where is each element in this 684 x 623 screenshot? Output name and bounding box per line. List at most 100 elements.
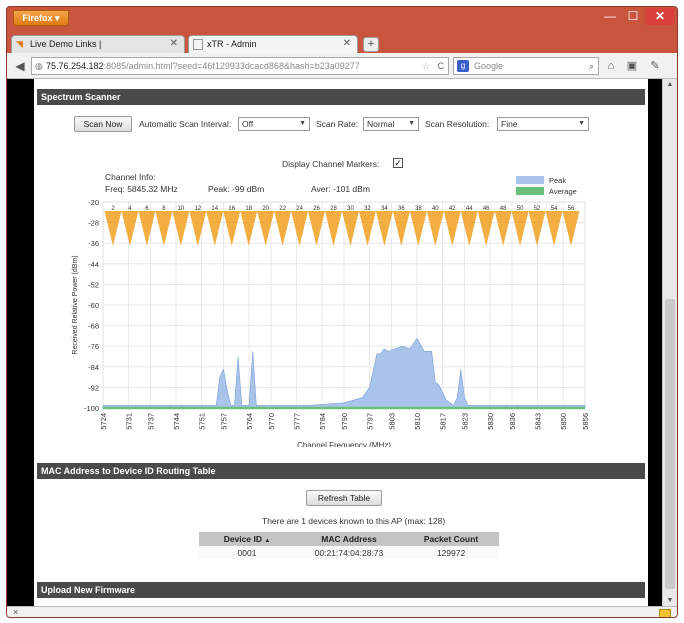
scroll-up-icon[interactable]: ▲: [663, 81, 677, 88]
legend-swatch: [516, 187, 544, 195]
y-tick-label: -76: [88, 342, 99, 351]
bookmarks-icon[interactable]: ▣: [624, 58, 640, 74]
tab-label: Live Demo Links |: [30, 39, 102, 49]
channel-marker-label: 52: [534, 206, 541, 212]
tab-label: xTR - Admin: [207, 39, 257, 49]
search-input[interactable]: g Google ⌕: [453, 57, 599, 75]
addon-icon: [659, 609, 671, 617]
x-tick-label: 5757: [220, 413, 229, 430]
channel-marker-label: 36: [398, 206, 405, 212]
home-icon[interactable]: ⌂: [603, 58, 619, 74]
x-tick-label: 5830: [486, 413, 495, 430]
cell-device-id: 0001: [199, 546, 295, 559]
firefox-menu-button[interactable]: Firefox ▾: [13, 10, 69, 26]
channel-marker-label: 10: [178, 206, 185, 212]
url-bar[interactable]: ◍ 75.76.254.182:8085/admin.html?seed=46f…: [31, 57, 449, 75]
column-header-mac-address[interactable]: MAC Address: [295, 532, 403, 546]
scroll-down-icon[interactable]: ▼: [663, 597, 677, 604]
x-tick-label: 5737: [146, 413, 155, 430]
channel-marker-label: 18: [245, 206, 252, 212]
x-tick-label: 5850: [559, 413, 568, 430]
new-tab-button[interactable]: +: [363, 37, 379, 52]
channel-marker-label: 32: [364, 206, 371, 212]
y-tick-label: -92: [88, 383, 99, 392]
x-axis-label: Channel Frequency (MHz): [297, 441, 391, 447]
bookmark-star-icon[interactable]: ☆: [422, 58, 430, 74]
globe-icon: ◍: [35, 61, 43, 71]
addons-icon[interactable]: ✎: [647, 58, 663, 74]
channel-marker-label: 28: [330, 206, 337, 212]
channel-marker-label: 24: [296, 206, 303, 212]
y-tick-label: -84: [88, 363, 99, 372]
google-icon: g: [457, 60, 469, 72]
x-tick-label: 5744: [172, 413, 181, 430]
x-tick-label: 5777: [293, 413, 302, 430]
search-icon[interactable]: ⌕: [589, 58, 594, 74]
y-tick-label: -68: [88, 322, 99, 331]
tab-close-icon[interactable]: ✕: [170, 36, 178, 52]
tab-xtr-admin[interactable]: xTR - Admin ✕: [188, 35, 358, 53]
channel-marker-label: 14: [211, 206, 218, 212]
rss-icon: ◥: [16, 39, 23, 49]
status-bar: ×: [7, 606, 677, 617]
sort-icon: ▲: [264, 538, 271, 544]
url-path: :8085/admin.html?seed=46f129933dcacd868&…: [103, 61, 360, 71]
x-tick-label: 5764: [245, 413, 254, 430]
close-addon-bar-icon[interactable]: ×: [13, 607, 18, 617]
y-tick-label: -100: [84, 404, 99, 413]
channel-marker-label: 12: [194, 206, 201, 212]
y-tick-label: -36: [88, 239, 99, 248]
channel-marker-label: 54: [551, 206, 558, 212]
channel-marker-label: 50: [517, 206, 524, 212]
channel-marker-label: 22: [279, 206, 286, 212]
x-tick-label: 5731: [125, 413, 134, 430]
column-header-packet-count[interactable]: Packet Count: [403, 532, 499, 546]
page-viewport: Spectrum Scanner Scan Now Automatic Scan…: [7, 79, 662, 606]
admin-page: Spectrum Scanner Scan Now Automatic Scan…: [34, 79, 648, 606]
mac-section-header: MAC Address to Device ID Routing Table: [37, 463, 645, 479]
x-tick-label: 5784: [318, 413, 327, 430]
column-header-device-id[interactable]: Device ID ▲: [199, 532, 295, 546]
close-window-button[interactable]: ✕: [645, 8, 675, 25]
search-placeholder: Google: [474, 61, 504, 71]
cell-packet-count: 129972: [403, 546, 499, 559]
cell-mac-address: 00:21:74:04:28:73: [295, 546, 403, 559]
x-tick-label: 5843: [534, 413, 543, 430]
tab-close-icon[interactable]: ✕: [343, 36, 351, 52]
y-tick-label: -20: [88, 198, 99, 207]
tab-live-demo-links[interactable]: ◥ Live Demo Links | ✕: [11, 35, 185, 53]
y-tick-label: -28: [88, 219, 99, 228]
legend-label: Peak: [549, 176, 566, 185]
x-tick-label: 5803: [387, 413, 396, 430]
maximize-button[interactable]: ☐: [622, 8, 644, 25]
y-tick-label: -44: [88, 260, 99, 269]
channel-marker-label: 38: [415, 206, 422, 212]
channel-marker-label: 42: [449, 206, 456, 212]
x-tick-label: 5856: [581, 413, 590, 430]
minimize-button[interactable]: —: [599, 8, 621, 25]
scrollbar-thumb[interactable]: [665, 299, 675, 589]
channel-marker-label: 30: [347, 206, 354, 212]
spectrum-chart: -20 -28 -36 -44 -52 -60 -68 -76 -84 -92 -1005724 57…: [72, 176, 590, 447]
x-tick-label: 5817: [439, 413, 448, 430]
reload-icon[interactable]: C: [438, 58, 445, 74]
x-tick-label: 5751: [198, 413, 207, 430]
channel-marker-label: 20: [262, 206, 269, 212]
channel-marker-label: 40: [432, 206, 439, 212]
vertical-scrollbar[interactable]: ▲ ▼: [662, 79, 677, 606]
url-host: 75.76.254.182: [46, 61, 104, 71]
channel-marker-label: 56: [568, 206, 575, 212]
channel-marker-label: 26: [313, 206, 320, 212]
x-tick-label: 5790: [340, 413, 349, 430]
firmware-section-header: Upload New Firmware: [37, 582, 645, 598]
table-header-row: Device ID ▲ MAC Address Packet Count: [199, 532, 499, 546]
title-bar: Firefox ▾ — ☐ ✕: [7, 7, 677, 31]
y-axis-label: Received Relative Power (dBm): [72, 255, 79, 354]
x-tick-label: 5770: [267, 413, 276, 430]
back-arrow-icon[interactable]: ◀: [11, 57, 29, 75]
channel-marker-label: 44: [466, 206, 473, 212]
browser-window: Firefox ▾ — ☐ ✕ ◥ Live Demo Links | ✕ xT…: [6, 6, 678, 618]
x-tick-label: 5797: [366, 413, 375, 430]
device-table: Device ID ▲ MAC Address Packet Count 000…: [199, 532, 499, 559]
refresh-table-button[interactable]: Refresh Table: [306, 490, 382, 506]
